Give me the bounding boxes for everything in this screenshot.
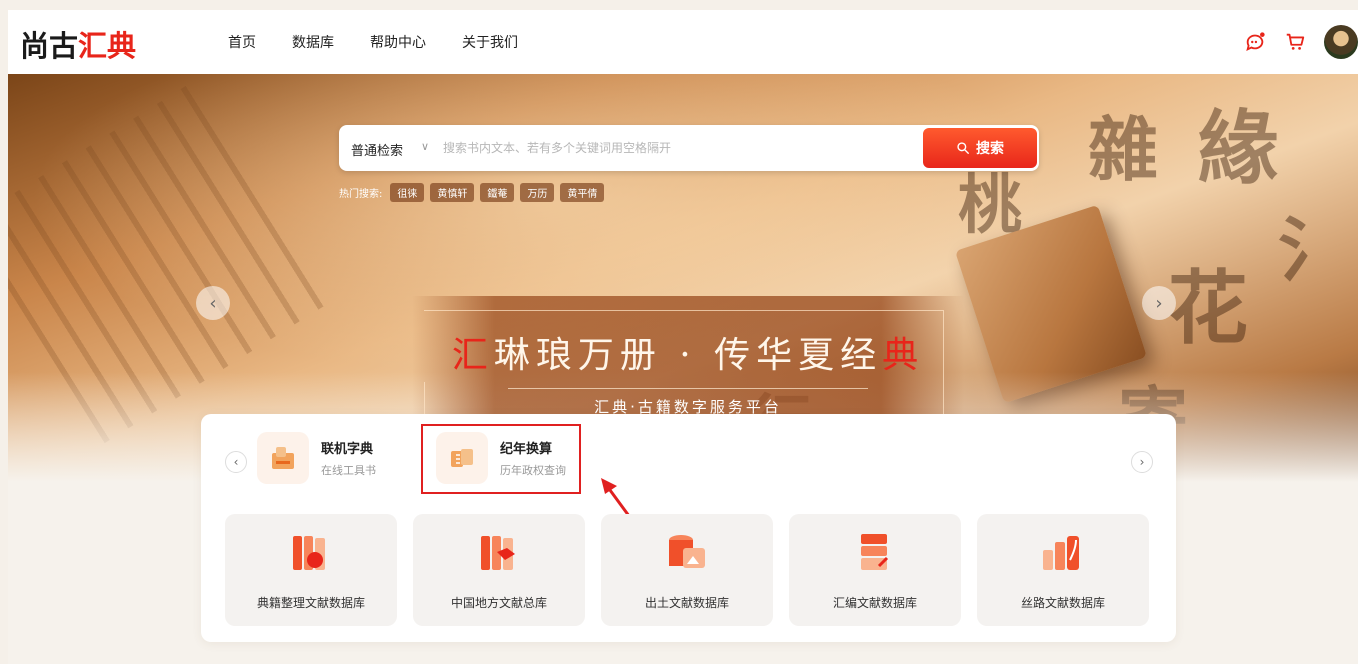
- books-icon: [293, 536, 325, 570]
- hero-glyph: 緣: [1198, 101, 1278, 195]
- database-label: 汇编文献数据库: [832, 596, 917, 610]
- hot-search-tag[interactable]: 黄慎轩: [430, 183, 475, 202]
- header-actions: [1244, 22, 1358, 62]
- tool-desc: 历年政权查询: [500, 464, 566, 477]
- database-card[interactable]: 典籍整理文献数据库: [225, 514, 397, 626]
- chevron-left-icon: ‹: [209, 292, 217, 314]
- database-card[interactable]: 汇编文献数据库: [789, 514, 961, 626]
- database-image-icon: [669, 535, 705, 568]
- database-label: 丝路文献数据库: [1020, 596, 1105, 610]
- search-button[interactable]: 搜索: [923, 128, 1037, 168]
- hero-glyph: 花: [1168, 261, 1248, 355]
- compiled-docs-icon: [861, 534, 889, 570]
- tools-prev-button[interactable]: ‹: [225, 451, 247, 473]
- avatar[interactable]: [1324, 25, 1358, 59]
- tool-online-dictionary[interactable]: 联机字典 在线工具书: [257, 428, 407, 490]
- tool-era-conversion[interactable]: 纪年换算 历年政权查询: [436, 428, 576, 490]
- page: 尚古汇典 首页 数据库 帮助中心 关于我们 雜 緣 桃 花 氵 ‹ › 汇琳琅万…: [8, 10, 1358, 664]
- logo-dark-text: 尚古: [20, 29, 79, 63]
- database-card[interactable]: 中国地方文献总库: [413, 514, 585, 626]
- hot-search-tag[interactable]: 徂徕: [390, 183, 425, 202]
- dictionary-icon: [257, 432, 309, 484]
- tool-name: 纪年换算: [500, 442, 553, 457]
- hero-glyph: 雜: [1088, 108, 1158, 191]
- silk-road-books-icon: [1043, 536, 1079, 570]
- main-nav: 首页 数据库 帮助中心 关于我们: [228, 32, 518, 52]
- hero-glyph: 氵: [1278, 208, 1348, 291]
- search-input[interactable]: [443, 136, 903, 160]
- hot-search-tag[interactable]: 万历: [520, 183, 555, 202]
- nav-item-help[interactable]: 帮助中心: [370, 32, 426, 52]
- tool-desc: 在线工具书: [321, 464, 376, 477]
- chevron-down-icon[interactable]: ∨: [421, 140, 429, 153]
- logo-red-text: 汇典: [78, 29, 137, 63]
- chevron-right-icon: ›: [1139, 455, 1145, 469]
- database-cards: 典籍整理文献数据库 中国地方文献总库 出土文献数据库 汇编文献数据库 丝路文献数…: [225, 514, 1149, 626]
- slogan-divider: [508, 388, 868, 389]
- nav-item-database[interactable]: 数据库: [292, 32, 334, 52]
- hot-search-tag[interactable]: 黄平倩: [560, 183, 605, 202]
- slogan-main-text: 琳琅万册 · 传华夏经: [493, 335, 883, 376]
- slogan-title: 汇琳琅万册 · 传华夏经典: [412, 326, 964, 378]
- nav-item-home[interactable]: 首页: [228, 32, 256, 52]
- chevron-left-icon: ‹: [233, 455, 239, 469]
- chevron-right-icon: ›: [1155, 292, 1163, 314]
- message-icon[interactable]: [1244, 31, 1266, 53]
- hot-search-tag[interactable]: 鐵菴: [480, 183, 515, 202]
- slogan-red-char: 典: [882, 335, 925, 376]
- database-label: 中国地方文献总库: [450, 596, 547, 610]
- search-icon: [957, 142, 969, 154]
- database-label: 出土文献数据库: [644, 596, 729, 610]
- database-label: 典籍整理文献数据库: [256, 596, 365, 610]
- search-bar: 普通检索 ∨ 搜索: [339, 125, 1039, 171]
- site-logo[interactable]: 尚古汇典: [20, 23, 136, 65]
- database-card[interactable]: 出土文献数据库: [601, 514, 773, 626]
- calendar-conversion-icon: [436, 432, 488, 484]
- top-header: 尚古汇典 首页 数据库 帮助中心 关于我们: [8, 10, 1358, 74]
- tool-name: 联机字典: [321, 442, 374, 457]
- search-button-label: 搜索: [976, 141, 1004, 157]
- hero-next-button[interactable]: ›: [1142, 286, 1176, 320]
- hot-search-label: 热门搜索:: [339, 189, 383, 200]
- slogan-red-char: 汇: [451, 335, 494, 376]
- hot-searches: 热门搜索: 徂徕 黄慎轩 鐵菴 万历 黄平倩: [339, 183, 605, 202]
- stacked-books-icon: [481, 536, 515, 570]
- tools-next-button[interactable]: ›: [1131, 451, 1153, 473]
- features-panel: ‹ › 联机字典 在线工具书 纪年换算 历年政权查询 典籍整理文献数据库 中国地…: [201, 414, 1176, 642]
- cart-icon[interactable]: [1284, 31, 1306, 53]
- database-card[interactable]: 丝路文献数据库: [977, 514, 1149, 626]
- nav-item-about[interactable]: 关于我们: [462, 32, 518, 52]
- hero-prev-button[interactable]: ‹: [196, 286, 230, 320]
- search-mode-select[interactable]: 普通检索: [351, 140, 403, 159]
